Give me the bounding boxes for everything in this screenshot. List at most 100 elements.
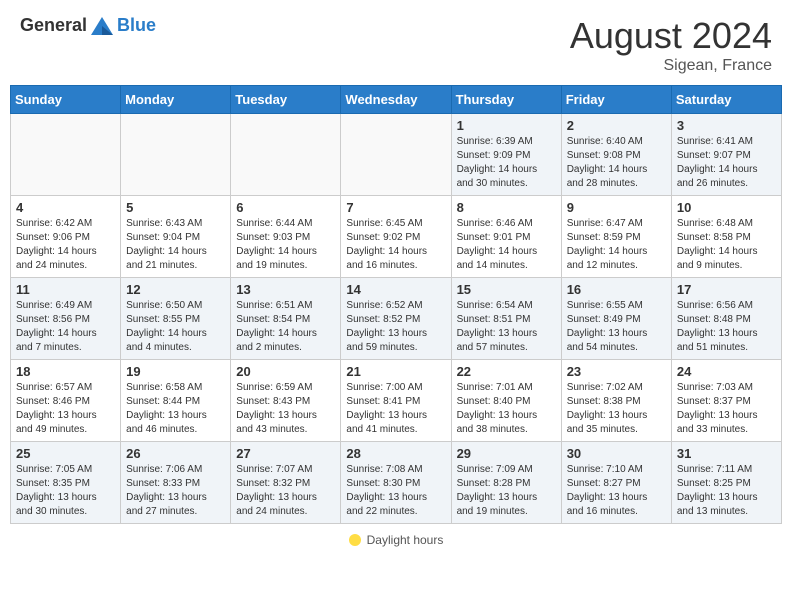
location-subtitle: Sigean, France (570, 57, 772, 75)
day-number: 2 (567, 118, 666, 133)
table-row: 11 Sunrise: 6:49 AMSunset: 8:56 PMDayligh… (11, 278, 121, 360)
col-friday: Friday (561, 86, 671, 114)
table-row: 28Sunrise: 7:08 AMSunset: 8:30 PMDayligh… (341, 442, 451, 524)
day-info: Sunrise: 6:40 AMSunset: 9:08 PMDaylight:… (567, 135, 666, 191)
day-number: 4 (16, 200, 115, 215)
legend-label: Daylight hours (367, 533, 444, 547)
day-number: 22 (457, 364, 556, 379)
day-info: Sunrise: 6:56 AMSunset: 8:48 PMDaylight:… (677, 299, 776, 355)
col-sunday: Sunday (11, 86, 121, 114)
day-number: 13 (236, 282, 335, 297)
day-info: Sunrise: 6:48 AMSunset: 8:58 PMDaylight:… (677, 217, 776, 273)
table-row: 3 Sunrise: 6:41 AMSunset: 9:07 PMDaylight… (671, 114, 781, 196)
day-info: Sunrise: 7:01 AMSunset: 8:40 PMDaylight:… (457, 381, 556, 437)
table-row: 6 Sunrise: 6:44 AMSunset: 9:03 PMDaylight… (231, 196, 341, 278)
table-row (11, 114, 121, 196)
day-info: Sunrise: 6:54 AMSunset: 8:51 PMDaylight:… (457, 299, 556, 355)
day-number: 14 (346, 282, 445, 297)
calendar-container: Sunday Monday Tuesday Wednesday Thursday… (0, 85, 792, 529)
day-info: Sunrise: 6:43 AMSunset: 9:04 PMDaylight:… (126, 217, 225, 273)
day-info: Sunrise: 6:42 AMSunset: 9:06 PMDaylight:… (16, 217, 115, 273)
day-number: 23 (567, 364, 666, 379)
day-info: Sunrise: 7:10 AMSunset: 8:27 PMDaylight:… (567, 463, 666, 519)
logo-general-text: General (20, 15, 87, 36)
day-number: 19 (126, 364, 225, 379)
logo-icon (91, 17, 113, 35)
table-row: 17 Sunrise: 6:56 AMSunset: 8:48 PMDayligh… (671, 278, 781, 360)
table-row: 7Sunrise: 6:45 AMSunset: 9:02 PMDaylight… (341, 196, 451, 278)
day-info: Sunrise: 6:46 AMSunset: 9:01 PMDaylight:… (457, 217, 556, 273)
table-row: 18 Sunrise: 6:57 AMSunset: 8:46 PMDayligh… (11, 360, 121, 442)
day-number: 31 (677, 446, 776, 461)
calendar-week-row: 18 Sunrise: 6:57 AMSunset: 8:46 PMDayligh… (11, 360, 782, 442)
day-info: Sunrise: 6:51 AMSunset: 8:54 PMDaylight:… (236, 299, 335, 355)
page-header: General Blue August 2024 Sigean, France (0, 0, 792, 85)
day-number: 21 (346, 364, 445, 379)
day-number: 24 (677, 364, 776, 379)
day-info: Sunrise: 6:50 AMSunset: 8:55 PMDaylight:… (126, 299, 225, 355)
day-number: 17 (677, 282, 776, 297)
table-row (231, 114, 341, 196)
day-info: Sunrise: 7:07 AMSunset: 8:32 PMDaylight:… (236, 463, 335, 519)
table-row: 4 Sunrise: 6:42 AMSunset: 9:06 PMDaylight… (11, 196, 121, 278)
month-year-title: August 2024 (570, 15, 772, 57)
day-number: 30 (567, 446, 666, 461)
table-row: 5 Sunrise: 6:43 AMSunset: 9:04 PMDaylight… (121, 196, 231, 278)
day-info: Sunrise: 6:59 AMSunset: 8:43 PMDaylight:… (236, 381, 335, 437)
calendar-table: Sunday Monday Tuesday Wednesday Thursday… (10, 85, 782, 524)
day-number: 26 (126, 446, 225, 461)
day-number: 6 (236, 200, 335, 215)
day-number: 15 (457, 282, 556, 297)
title-block: August 2024 Sigean, France (570, 15, 772, 75)
day-number: 7 (346, 200, 445, 215)
table-row: 15 Sunrise: 6:54 AMSunset: 8:51 PMDayligh… (451, 278, 561, 360)
day-info: Sunrise: 7:09 AMSunset: 8:28 PMDaylight:… (457, 463, 556, 519)
day-number: 16 (567, 282, 666, 297)
col-thursday: Thursday (451, 86, 561, 114)
day-number: 27 (236, 446, 335, 461)
table-row: 22 Sunrise: 7:01 AMSunset: 8:40 PMDayligh… (451, 360, 561, 442)
day-info: Sunrise: 7:02 AMSunset: 8:38 PMDaylight:… (567, 381, 666, 437)
logo-blue-text: Blue (117, 15, 156, 36)
day-number: 8 (457, 200, 556, 215)
day-info: Sunrise: 6:41 AMSunset: 9:07 PMDaylight:… (677, 135, 776, 191)
table-row: 9Sunrise: 6:47 AMSunset: 8:59 PMDaylight… (561, 196, 671, 278)
table-row: 12 Sunrise: 6:50 AMSunset: 8:55 PMDayligh… (121, 278, 231, 360)
table-row: 20 Sunrise: 6:59 AMSunset: 8:43 PMDayligh… (231, 360, 341, 442)
day-info: Sunrise: 6:44 AMSunset: 9:03 PMDaylight:… (236, 217, 335, 273)
day-number: 1 (457, 118, 556, 133)
day-number: 9 (567, 200, 666, 215)
table-row: 2 Sunrise: 6:40 AMSunset: 9:08 PMDaylight… (561, 114, 671, 196)
calendar-week-row: 1Sunrise: 6:39 AMSunset: 9:09 PMDaylight… (11, 114, 782, 196)
table-row: 16 Sunrise: 6:55 AMSunset: 8:49 PMDayligh… (561, 278, 671, 360)
days-of-week-row: Sunday Monday Tuesday Wednesday Thursday… (11, 86, 782, 114)
day-number: 18 (16, 364, 115, 379)
table-row: 27 Sunrise: 7:07 AMSunset: 8:32 PMDayligh… (231, 442, 341, 524)
day-number: 20 (236, 364, 335, 379)
table-row: 29Sunrise: 7:09 AMSunset: 8:28 PMDayligh… (451, 442, 561, 524)
table-row: 13 Sunrise: 6:51 AMSunset: 8:54 PMDayligh… (231, 278, 341, 360)
table-row: 26 Sunrise: 7:06 AMSunset: 8:33 PMDayligh… (121, 442, 231, 524)
legend-dot (349, 534, 361, 546)
day-info: Sunrise: 6:55 AMSunset: 8:49 PMDaylight:… (567, 299, 666, 355)
day-info: Sunrise: 7:06 AMSunset: 8:33 PMDaylight:… (126, 463, 225, 519)
table-row: 14Sunrise: 6:52 AMSunset: 8:52 PMDayligh… (341, 278, 451, 360)
day-number: 11 (16, 282, 115, 297)
day-info: Sunrise: 6:49 AMSunset: 8:56 PMDaylight:… (16, 299, 115, 355)
day-number: 25 (16, 446, 115, 461)
calendar-header: Sunday Monday Tuesday Wednesday Thursday… (11, 86, 782, 114)
day-info: Sunrise: 6:57 AMSunset: 8:46 PMDaylight:… (16, 381, 115, 437)
day-info: Sunrise: 7:08 AMSunset: 8:30 PMDaylight:… (346, 463, 445, 519)
table-row: 23 Sunrise: 7:02 AMSunset: 8:38 PMDayligh… (561, 360, 671, 442)
calendar-body: 1Sunrise: 6:39 AMSunset: 9:09 PMDaylight… (11, 114, 782, 524)
day-number: 5 (126, 200, 225, 215)
day-info: Sunrise: 7:05 AMSunset: 8:35 PMDaylight:… (16, 463, 115, 519)
day-info: Sunrise: 7:11 AMSunset: 8:25 PMDaylight:… (677, 463, 776, 519)
col-saturday: Saturday (671, 86, 781, 114)
day-number: 12 (126, 282, 225, 297)
day-number: 3 (677, 118, 776, 133)
col-tuesday: Tuesday (231, 86, 341, 114)
calendar-week-row: 11 Sunrise: 6:49 AMSunset: 8:56 PMDayligh… (11, 278, 782, 360)
day-number: 10 (677, 200, 776, 215)
table-row: 10 Sunrise: 6:48 AMSunset: 8:58 PMDayligh… (671, 196, 781, 278)
